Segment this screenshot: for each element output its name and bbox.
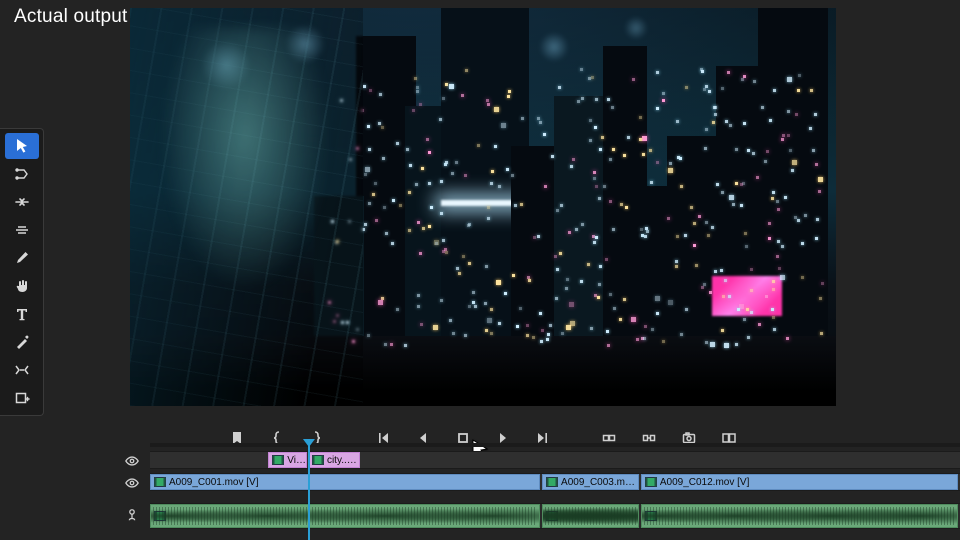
tool-rail — [0, 128, 44, 416]
clip-thumbnail-icon — [272, 454, 284, 466]
toggle-track-output-v2-icon[interactable] — [122, 451, 142, 471]
playhead[interactable] — [308, 445, 310, 540]
timeline-tracks[interactable]: Viewcity... [V] A009_C001.mov [V]A009_C0… — [150, 447, 960, 540]
clip-label: A009_C003.mov [V] — [561, 477, 638, 488]
program-monitor — [114, 0, 948, 420]
clip-thumbnail-icon — [645, 476, 657, 488]
video-clip[interactable]: A009_C001.mov [V] — [150, 474, 540, 490]
pen-tool[interactable] — [5, 245, 39, 271]
toggle-track-output-v1-icon[interactable] — [122, 473, 142, 493]
type-tool[interactable] — [5, 301, 39, 327]
video-clip[interactable]: A009_C012.mov [V] — [641, 474, 959, 490]
time-ruler[interactable] — [150, 443, 960, 447]
track-divider — [150, 493, 960, 501]
clip-thumbnail-icon — [154, 476, 166, 488]
track-select-forward-tool[interactable] — [5, 161, 39, 187]
clip-label: city... [V] — [327, 455, 359, 466]
clip-label: A009_C001.mov [V] — [169, 477, 259, 488]
toggle-track-output-a1-icon[interactable] — [122, 505, 142, 525]
ripple-edit-tool[interactable] — [5, 189, 39, 215]
track-a1[interactable] — [150, 503, 960, 529]
track-v1[interactable]: A009_C001.mov [V] A009_C003.mov [V] A009_C… — [150, 473, 960, 491]
clip-label: View — [287, 455, 306, 466]
audio-clip[interactable] — [641, 504, 959, 528]
video-clip[interactable]: View — [268, 452, 307, 468]
razor-tool[interactable] — [5, 217, 39, 243]
track-headers — [114, 447, 150, 540]
selection-tool[interactable] — [5, 133, 39, 159]
track-v2[interactable]: View city... [V] — [150, 451, 960, 469]
program-monitor-canvas[interactable] — [130, 8, 836, 406]
timeline-panel: Viewcity... [V] A009_C001.mov [V]A009_C0… — [114, 447, 960, 540]
video-clip[interactable]: A009_C003.mov [V] — [542, 474, 639, 490]
audio-clip[interactable] — [542, 504, 639, 528]
clip-thumbnail-icon — [312, 454, 324, 466]
clip-label: A009_C012.mov [V] — [660, 477, 750, 488]
remix-tool[interactable] — [5, 329, 39, 355]
clip-thumbnail-icon — [546, 476, 558, 488]
hand-tool[interactable] — [5, 273, 39, 299]
app-root: { "caption": "Actual output generated by… — [0, 0, 960, 540]
audio-clip[interactable] — [150, 504, 540, 528]
video-clip[interactable]: city... [V] — [308, 452, 360, 468]
add-edit-tool[interactable] — [5, 385, 39, 411]
slip-tool[interactable] — [5, 357, 39, 383]
